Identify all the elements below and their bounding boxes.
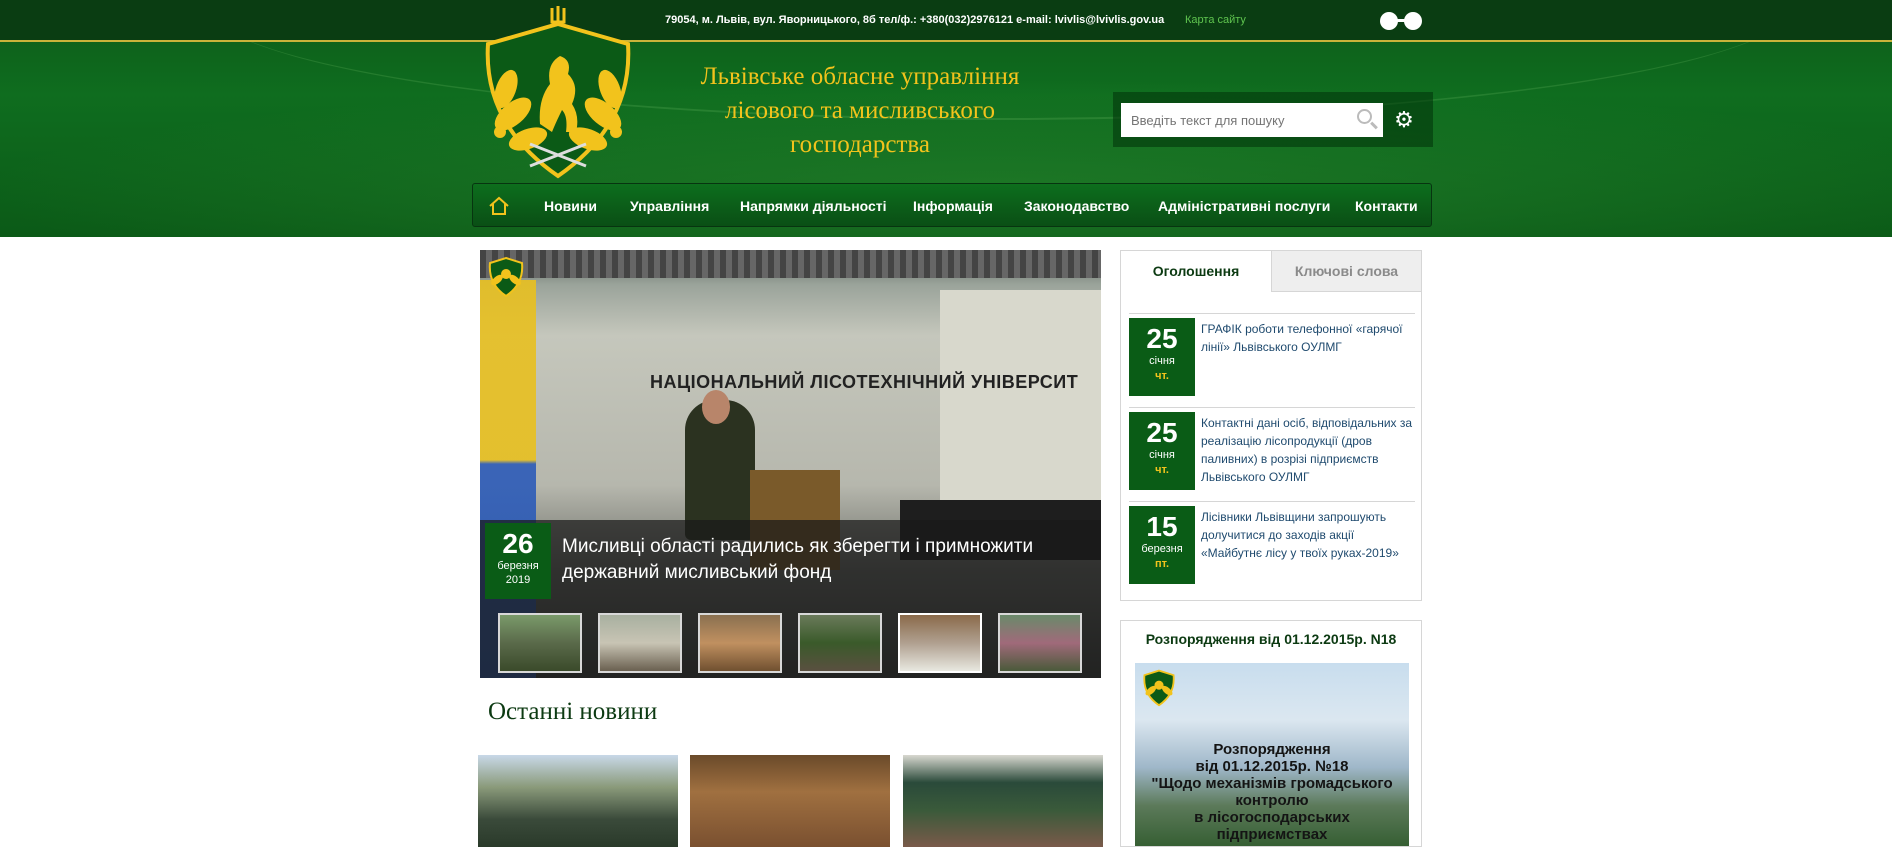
site-header: 79054, м. Львів, вул. Яворницького, 8б т… [0,0,1892,237]
slider-thumbnail[interactable] [698,613,782,673]
search-input[interactable] [1121,103,1351,137]
announcement-item[interactable]: 25 січня чт. ГРАФІК роботи телефонної «г… [1129,313,1415,396]
slide-image-speaker-head [702,390,730,424]
tab-announcements[interactable]: Оголошення [1121,251,1272,292]
search-panel: ⚙ [1113,92,1433,147]
decree-emblem-icon [1143,669,1175,707]
announcement-date-badge: 15 березня пт. [1129,506,1195,584]
decree-title-link[interactable]: Розпорядження від 01.12.2015р. N18 [1121,631,1421,647]
organization-title-line: господарства [790,131,930,158]
slide-caption: 26 березня 2019 Мисливці області радилис… [480,520,1101,678]
announcement-link[interactable]: Лісівники Львівщини запрошують долучитис… [1201,508,1415,562]
announcements-panel: Оголошення Ключові слова 25 січня чт. ГР… [1120,250,1422,601]
coat-of-arms-logo[interactable] [468,4,648,184]
announcement-day: 25 [1146,323,1178,354]
nav-item-legislation[interactable]: Законодавство [1024,198,1129,214]
slider-thumbnail-active[interactable] [898,613,982,673]
nav-item-news[interactable]: Новини [544,198,597,214]
slider-thumbnail[interactable] [598,613,682,673]
announcement-weekday: чт. [1155,370,1169,382]
slide-emblem-icon [488,256,524,298]
announcement-link[interactable]: ГРАФІК роботи телефонної «гарячої лінії»… [1201,320,1415,356]
slide-date-year: 2019 [505,574,531,586]
home-icon[interactable] [487,194,511,218]
search-icon[interactable] [1351,103,1383,137]
decree-image-line: підприємствах [1216,826,1328,843]
announcement-link[interactable]: Контактні дані осіб, відповідальних за р… [1201,414,1415,486]
nav-item-admin-services[interactable]: Адміністративні послуги [1158,198,1330,214]
nav-item-activities[interactable]: Напрямки діяльності [740,198,887,214]
slide-title-link[interactable]: Мисливці області радились як зберегти і … [562,534,1082,586]
announcement-date-badge: 25 січня чт. [1129,412,1195,490]
slide-date-day: 26 [502,528,534,559]
decree-image-line: Розпорядження [1213,741,1331,758]
organization-title: Львівське обласне управління лісового та… [660,60,1060,162]
slider-thumbnails [498,613,1098,675]
main-navigation: Новини Управління Напрямки діяльності Ін… [472,183,1432,227]
sidebar-tabs: Оголошення Ключові слова [1121,251,1421,292]
decree-image-line: "Щодо механізмів громадського [1151,775,1393,792]
announcement-month: січня [1149,449,1175,461]
news-card-image[interactable] [903,755,1103,847]
nav-item-contacts[interactable]: Контакти [1355,198,1418,214]
top-bar: 79054, м. Львів, вул. Яворницького, 8б т… [0,0,1892,42]
announcement-month: березня [1141,543,1183,555]
sitemap-link[interactable]: Карта сайту [1185,14,1246,26]
decree-image-line: контролю [1235,792,1309,809]
news-card-image[interactable] [690,755,890,847]
latest-news-heading: Останні новини [488,698,658,725]
slide-image-screen [940,290,1101,530]
slide-date-badge: 26 березня 2019 [485,523,551,599]
decree-panel: Розпорядження від 01.12.2015р. N18 Розпо… [1120,620,1422,847]
announcement-date-badge: 25 січня чт. [1129,318,1195,396]
announcement-day: 15 [1146,511,1178,542]
decree-banner-image[interactable]: Розпорядження від 01.12.2015р. №18 "Щодо… [1135,663,1409,846]
announcement-item[interactable]: 25 січня чт. Контактні дані осіб, відпов… [1129,407,1415,490]
decree-image-line: від 01.12.2015р. №18 [1195,758,1349,775]
organization-title-line: Львівське обласне управління [700,63,1020,90]
announcement-day: 25 [1146,417,1178,448]
news-slider[interactable]: НАЦІОНАЛЬНИЙ ЛІСОТЕХНІЧНИЙ УНІВЕРСИТ 26 … [480,250,1101,678]
contact-info: 79054, м. Львів, вул. Яворницького, 8б т… [665,14,1165,26]
tab-keywords[interactable]: Ключові слова [1272,251,1421,292]
slider-thumbnail[interactable] [498,613,582,673]
news-card-image[interactable] [478,755,678,847]
announcement-item[interactable]: 15 березня пт. Лісівники Львівщини запро… [1129,501,1415,584]
slide-date-month: березня [497,560,539,572]
organization-title-line: лісового та мисливського [725,97,995,124]
decree-image-text: Розпорядження від 01.12.2015р. №18 "Щодо… [1135,741,1409,843]
announcement-month: січня [1149,355,1175,367]
announcement-weekday: чт. [1155,464,1169,476]
slide-image-curtain [480,250,1101,278]
gear-icon[interactable]: ⚙ [1392,108,1416,132]
nav-item-management[interactable]: Управління [630,198,709,214]
nav-item-information[interactable]: Інформація [913,198,993,214]
slider-thumbnail[interactable] [998,613,1082,673]
slider-thumbnail[interactable] [798,613,882,673]
decree-image-line: в лісогосподарських [1194,809,1350,826]
announcement-weekday: пт. [1154,558,1170,570]
accessibility-glasses-icon[interactable] [1378,10,1426,32]
